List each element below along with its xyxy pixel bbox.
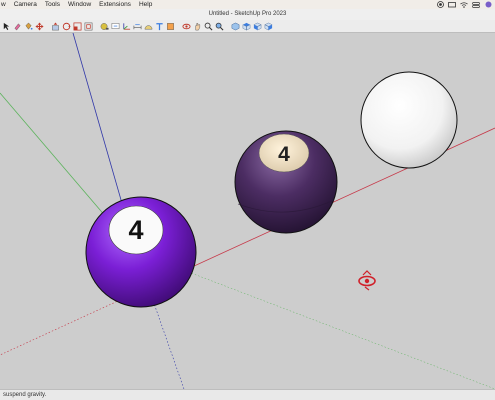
iso-view-icon[interactable] — [231, 22, 240, 31]
scene-canvas: 4 4 — [0, 32, 495, 390]
menu-bar: w Camera Tools Window Extensions Help — [0, 0, 495, 9]
status-bar: suspend gravity. — [0, 389, 495, 400]
top-view-icon[interactable] — [242, 22, 251, 31]
siri-icon[interactable] — [484, 1, 492, 8]
push-pull-icon[interactable] — [51, 21, 60, 31]
menu-view[interactable]: w — [0, 0, 10, 9]
dark-purple-4-ball[interactable]: 4 — [234, 130, 338, 234]
drawing-viewport[interactable]: 4 4 — [0, 32, 495, 390]
move-icon[interactable] — [35, 21, 44, 31]
red-axis-dotted — [0, 299, 121, 356]
white-cue-ball[interactable] — [360, 71, 458, 169]
screen-icon[interactable] — [448, 1, 456, 8]
offset-icon[interactable] — [84, 22, 93, 31]
select-icon[interactable] — [2, 22, 11, 31]
right-view-icon[interactable] — [264, 22, 273, 31]
control-center-icon[interactable] — [472, 1, 480, 8]
record-icon[interactable] — [436, 1, 444, 8]
orbit-cursor-icon — [358, 270, 376, 291]
3d-text-icon[interactable] — [155, 22, 164, 31]
text-icon[interactable] — [111, 22, 120, 31]
front-view-icon[interactable] — [253, 22, 262, 31]
menu-extensions[interactable]: Extensions — [95, 0, 135, 9]
menu-bar-status-icons — [436, 0, 495, 9]
ball-number: 4 — [128, 215, 143, 245]
menu-camera[interactable]: Camera — [10, 0, 41, 9]
orbit-icon[interactable] — [182, 22, 191, 31]
purple-4-ball[interactable]: 4 — [85, 196, 197, 308]
rotate-icon[interactable] — [62, 22, 71, 31]
wifi-icon[interactable] — [460, 1, 468, 8]
eraser-icon[interactable] — [13, 22, 22, 31]
pan-icon[interactable] — [193, 22, 202, 31]
protractor-icon[interactable] — [144, 22, 153, 31]
menu-tools[interactable]: Tools — [41, 0, 64, 9]
section-plane-icon[interactable] — [166, 22, 175, 31]
main-toolbar — [0, 20, 495, 33]
window-title-bar: Untitled - SketchUp Pro 2023 — [0, 9, 495, 20]
status-text: suspend gravity. — [3, 392, 47, 398]
tape-measure-icon[interactable] — [100, 22, 109, 31]
menu-help[interactable]: Help — [135, 0, 156, 9]
dimension-icon[interactable] — [133, 22, 142, 31]
axes-icon[interactable] — [122, 22, 131, 31]
zoom-extents-icon[interactable] — [215, 22, 224, 31]
scale-icon[interactable] — [73, 22, 82, 31]
zoom-icon[interactable] — [204, 22, 213, 31]
window-title: Untitled - SketchUp Pro 2023 — [208, 11, 287, 17]
ball-number-2: 4 — [278, 143, 290, 166]
paint-bucket-icon[interactable] — [24, 22, 33, 31]
menu-window[interactable]: Window — [64, 0, 95, 9]
